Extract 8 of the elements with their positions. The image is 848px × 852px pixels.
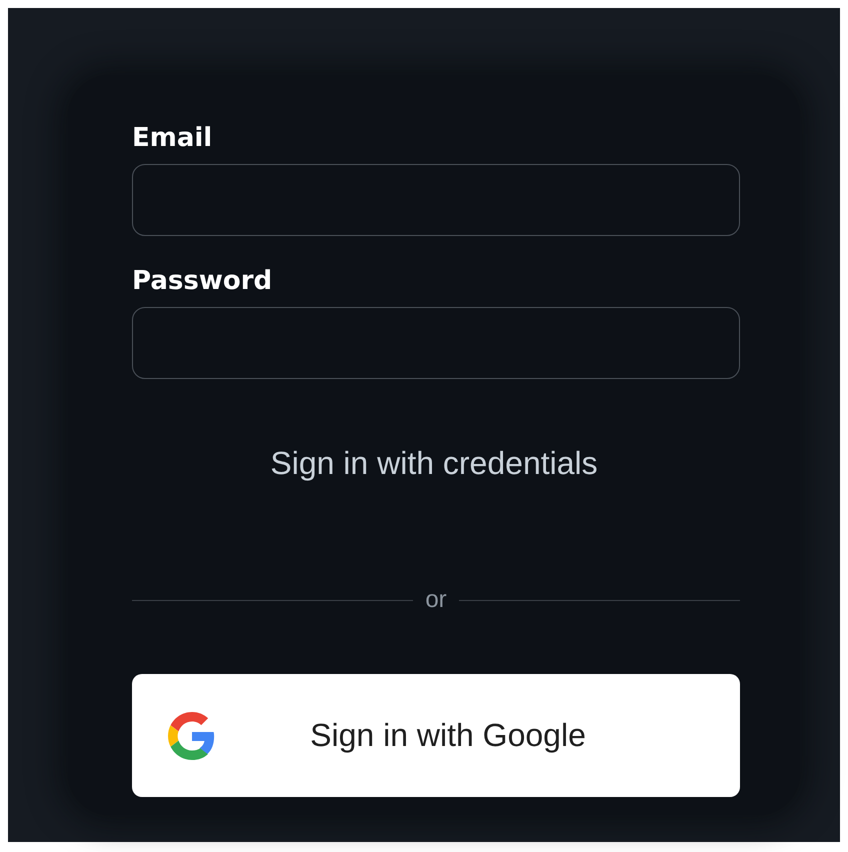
input-field[interactable] — [132, 307, 740, 379]
google-logo-icon — [168, 712, 216, 760]
credentials-button[interactable]: Sign in with credentials — [266, 441, 602, 486]
field-label: Password — [132, 266, 274, 296]
field-label: Email — [132, 123, 214, 153]
divider-text: or — [425, 586, 447, 614]
google-button[interactable]: Sign in with Google — [132, 674, 740, 797]
input-field[interactable] — [132, 164, 740, 236]
